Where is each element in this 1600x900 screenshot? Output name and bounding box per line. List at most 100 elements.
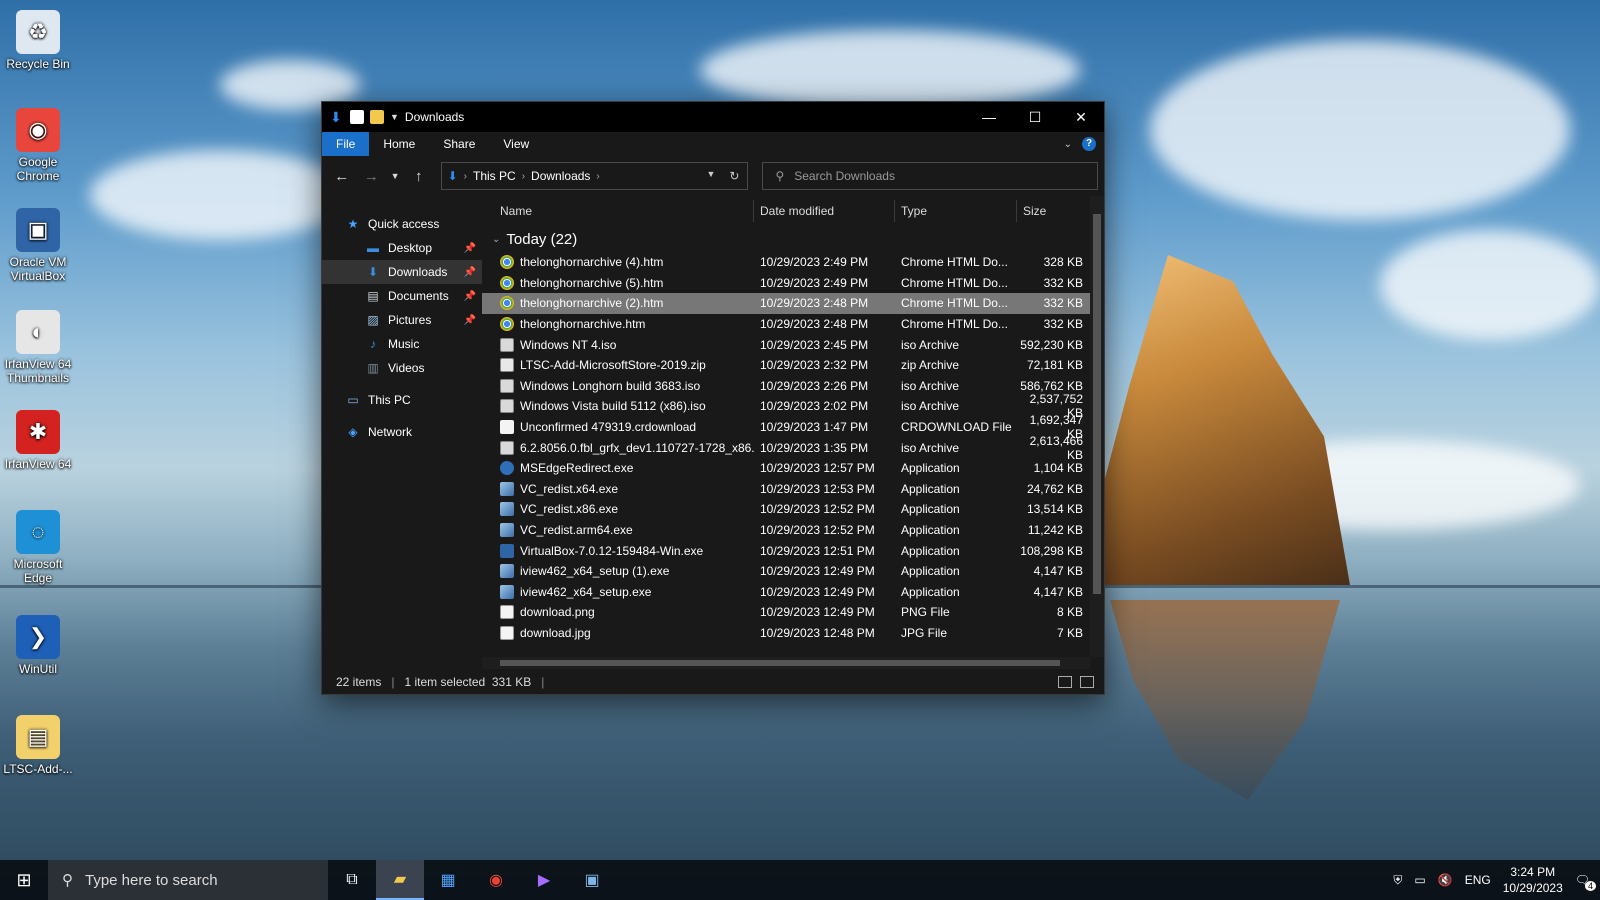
file-row[interactable]: Windows NT 4.iso 10/29/2023 2:45 PM iso Ar… <box>482 334 1104 355</box>
desktop-icon[interactable]: ◌ Microsoft Edge <box>2 510 74 585</box>
file-row[interactable]: LTSC-Add-MicrosoftStore-2019.zip 10/29/20… <box>482 355 1104 376</box>
file-row[interactable]: download.jpg 10/29/2023 12:48 PM JPG File 7… <box>482 623 1104 644</box>
column-headers: Name Date modified Type Size <box>482 196 1104 226</box>
group-header[interactable]: ⌄ Today (22) <box>482 226 1104 252</box>
file-explorer-window[interactable]: ⬇ ▼ Downloads — ☐ ✕ File Home Share View… <box>321 101 1105 695</box>
file-row[interactable]: iview462_x64_setup (1).exe 10/29/2023 12:… <box>482 561 1104 582</box>
taskbar-app-task-view[interactable]: ⧉ <box>328 860 376 900</box>
file-row[interactable]: Unconfirmed 479319.crdownload 10/29/2023 … <box>482 413 1104 441</box>
file-size: 8 KB <box>1056 605 1083 620</box>
column-type[interactable]: Type <box>895 200 1017 222</box>
up-button[interactable]: ↑ <box>405 162 433 190</box>
desktop-icon[interactable]: ▤ LTSC-Add-... <box>2 715 74 776</box>
column-size[interactable]: Size <box>1017 200 1083 222</box>
taskbar-app-file-explorer[interactable]: ▰ <box>376 860 424 900</box>
forward-button[interactable]: → <box>358 162 386 190</box>
taskbar-search-box[interactable]: ⚲ Type here to search <box>48 860 328 900</box>
language-indicator[interactable]: ENG <box>1465 873 1491 887</box>
back-button[interactable]: ← <box>328 162 356 190</box>
file-row[interactable]: thelonghornarchive (5).htm 10/29/2023 2:4… <box>482 273 1104 294</box>
nav-item-network[interactable]: ◈ Network <box>322 420 482 444</box>
file-row[interactable]: MSEdgeRedirect.exe 10/29/2023 12:57 PM App… <box>482 458 1104 479</box>
tab-share[interactable]: Share <box>429 132 489 156</box>
file-row[interactable]: Windows Vista build 5112 (x86).iso 10/29/… <box>482 392 1104 420</box>
file-row[interactable]: thelonghornarchive (4).htm 10/29/2023 2:4… <box>482 252 1104 273</box>
refresh-icon[interactable]: ↻ <box>729 169 739 183</box>
maximize-button[interactable]: ☐ <box>1012 102 1058 132</box>
nav-item-music[interactable]: ♪ Music <box>322 332 482 356</box>
volume-muted-icon[interactable]: 🔇 <box>1438 873 1453 887</box>
start-button[interactable]: ⊞ <box>0 860 48 900</box>
address-dropdown-icon[interactable]: ▼ <box>706 169 715 183</box>
desktop-icon[interactable]: ♻ Recycle Bin <box>2 10 74 71</box>
file-name-cell: Windows Vista build 5112 (x86).iso <box>500 399 754 414</box>
tab-home[interactable]: Home <box>369 132 429 156</box>
nav-item-this-pc[interactable]: ▭ This PC <box>322 388 482 412</box>
column-date-modified[interactable]: Date modified <box>754 200 895 222</box>
desktop-icon[interactable]: ▣ Oracle VM VirtualBox <box>2 208 74 283</box>
network-icon[interactable]: ▭ <box>1414 873 1425 887</box>
file-name: Unconfirmed 479319.crdownload <box>520 420 697 435</box>
defender-icon[interactable]: ⛨ <box>1393 873 1402 888</box>
zip-folder-icon: ▤ <box>16 715 60 759</box>
nav-item-desktop[interactable]: ▬ Desktop 📌 <box>322 236 482 260</box>
download-arrow-icon[interactable]: ⬇ <box>330 110 344 124</box>
taskbar-app-microsoft-store[interactable]: ▦ <box>424 860 472 900</box>
expand-ribbon-icon[interactable]: ⌄ <box>1064 139 1072 150</box>
file-row[interactable]: Windows Longhorn build 3683.iso 10/29/202… <box>482 376 1104 397</box>
recent-locations-button[interactable]: ▼ <box>387 162 403 190</box>
file-row[interactable]: VC_redist.x64.exe 10/29/2023 12:53 PM Appl… <box>482 479 1104 500</box>
customize-dropdown-icon[interactable]: ▼ <box>390 112 399 122</box>
collapse-chevron-icon[interactable]: ⌄ <box>492 234 500 245</box>
clock[interactable]: 3:24 PM 10/29/2023 <box>1503 864 1563 896</box>
file-type: iso Archive <box>901 399 960 414</box>
file-name: MSEdgeRedirect.exe <box>520 461 634 476</box>
recycle-bin-icon: ♻ <box>16 10 60 54</box>
nav-item-pictures[interactable]: ▨ Pictures 📌 <box>322 308 482 332</box>
file-row[interactable]: VC_redist.x86.exe 10/29/2023 12:52 PM Appl… <box>482 499 1104 520</box>
notifications-icon[interactable]: 🗨 4 <box>1575 873 1596 891</box>
search-input[interactable]: ⚲ Search Downloads <box>762 162 1098 190</box>
new-folder-icon[interactable] <box>370 110 384 124</box>
vertical-scrollbar[interactable] <box>1090 196 1104 657</box>
help-icon[interactable]: ? <box>1082 137 1096 151</box>
desktop-icon[interactable]: ❯ WinUtil <box>2 615 74 676</box>
file-name: LTSC-Add-MicrosoftStore-2019.zip <box>520 358 706 373</box>
breadcrumb-downloads[interactable]: Downloads <box>531 169 590 183</box>
tab-file[interactable]: File <box>322 132 370 156</box>
nav-item-videos[interactable]: ▥ Videos <box>322 356 482 380</box>
taskbar-app-chrome[interactable]: ◉ <box>472 860 520 900</box>
file-row[interactable]: download.png 10/29/2023 12:49 PM PNG File 8… <box>482 602 1104 623</box>
file-row[interactable]: iview462_x64_setup.exe 10/29/2023 12:49 P… <box>482 582 1104 603</box>
taskbar-app-clipchamp[interactable]: ▶ <box>520 860 568 900</box>
image-file-icon <box>500 605 514 620</box>
desktop-icon[interactable]: ◉ Google Chrome <box>2 108 74 183</box>
taskbar-app-remote-desktop[interactable]: ▣ <box>568 860 616 900</box>
tab-view[interactable]: View <box>489 132 543 156</box>
file-row[interactable]: thelonghornarchive (2).htm 10/29/2023 2:4… <box>482 293 1104 314</box>
nav-item-downloads[interactable]: ⬇ Downloads 📌 <box>322 260 482 284</box>
nav-item-documents[interactable]: ▤ Documents 📌 <box>322 284 482 308</box>
file-row[interactable]: 6.2.8056.0.fbl_grfx_dev1.110727-1728_x86… <box>482 434 1104 462</box>
horizontal-scrollbar[interactable] <box>482 657 1090 669</box>
breadcrumb-this-pc[interactable]: This PC <box>473 169 516 183</box>
title-bar[interactable]: ⬇ ▼ Downloads — ☐ ✕ <box>322 102 1104 132</box>
column-name[interactable]: Name <box>500 200 754 222</box>
music-icon: ♪ <box>370 337 376 351</box>
file-row[interactable]: thelonghornarchive.htm 10/29/2023 2:48 PM… <box>482 314 1104 335</box>
file-row[interactable]: VC_redist.arm64.exe 10/29/2023 12:52 PM Ap… <box>482 520 1104 541</box>
minimize-button[interactable]: — <box>966 102 1012 132</box>
file-name-cell: VC_redist.x64.exe <box>500 481 754 496</box>
address-bar[interactable]: ⬇ › This PC › Downloads › ▼ ↻ <box>440 162 749 190</box>
nav-item-quick-access[interactable]: ★ Quick access <box>322 212 482 236</box>
file-date: 10/29/2023 2:48 PM <box>760 296 869 311</box>
clock-time: 3:24 PM <box>1510 865 1556 879</box>
search-icon: ⚲ <box>775 169 785 183</box>
close-button[interactable]: ✕ <box>1058 102 1104 132</box>
large-icons-view-icon[interactable] <box>1080 675 1094 688</box>
desktop-icon[interactable]: ✱ IrfanView 64 <box>2 410 74 471</box>
file-row[interactable]: VirtualBox-7.0.12-159484-Win.exe 10/29/20… <box>482 540 1104 561</box>
desktop-icon[interactable]: ◐ IrfanView 64 Thumbnails <box>2 310 74 385</box>
details-view-icon[interactable] <box>1058 675 1072 688</box>
properties-icon[interactable] <box>350 110 364 124</box>
